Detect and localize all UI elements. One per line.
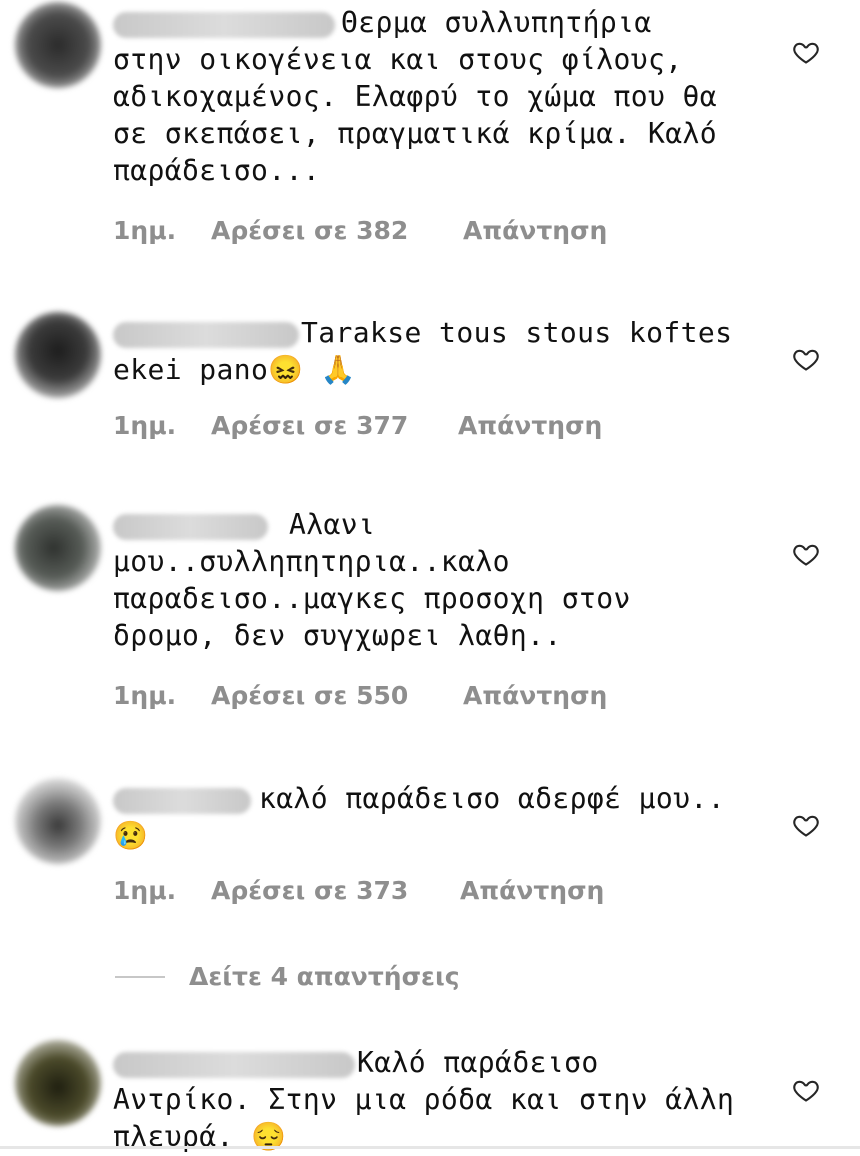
avatar[interactable] [15, 778, 101, 864]
like-count-link[interactable]: Αρέσει σε 382 [211, 216, 463, 245]
heart-outline-icon[interactable] [792, 345, 820, 373]
like-count-link[interactable]: Αρέσει σε 373 [211, 876, 460, 905]
comment-meta: 1ημ. Αρέσει σε 373 Απάντηση [113, 876, 604, 905]
like-count-link[interactable]: Αρέσει σε 550 [211, 681, 463, 710]
reply-button[interactable]: Απάντηση [463, 681, 607, 710]
view-replies-label: Δείτε 4 απαντήσεις [189, 962, 460, 991]
avatar[interactable] [15, 2, 101, 88]
heart-outline-icon[interactable] [792, 540, 820, 568]
reply-button[interactable]: Απάντηση [463, 216, 607, 245]
comment-text: καλό παράδεισο αδερφέ μου.. 😢 [113, 782, 725, 852]
comment-text: Tarakse tous stous koftes ekei pano😖 🙏 [113, 316, 733, 386]
heart-outline-icon[interactable] [792, 1076, 820, 1104]
like-count-link[interactable]: Αρέσει σε 377 [211, 411, 458, 440]
reply-button[interactable]: Απάντηση [458, 411, 602, 440]
comment-meta: 1ημ. Αρέσει σε 550 Απάντηση [113, 681, 607, 710]
view-replies-button[interactable]: Δείτε 4 απαντήσεις [115, 962, 460, 991]
comment-meta: 1ημ. Αρέσει σε 382 Απάντηση [113, 216, 607, 245]
avatar[interactable] [15, 312, 101, 398]
reply-button[interactable]: Απάντηση [460, 876, 604, 905]
avatar[interactable] [15, 505, 101, 591]
comment-time: 1ημ. [113, 411, 177, 440]
heart-outline-icon[interactable] [792, 811, 820, 839]
comment-text: Καλό παράδεισο Αντρίκο. Στην μια ρόδα κα… [113, 1046, 735, 1153]
comment-meta: 1ημ. Αρέσει σε 377 Απάντηση [113, 411, 602, 440]
avatar[interactable] [15, 1040, 101, 1126]
comment-text: Θερμα συλλυπητήρια στην οικογένεια και σ… [113, 6, 718, 187]
comment-time: 1ημ. [113, 876, 177, 905]
replies-divider [115, 975, 165, 978]
comment-text: Αλανι μου..συλληπητηρια..καλο παραδεισο.… [113, 508, 631, 652]
comment-time: 1ημ. [113, 681, 177, 710]
comment-time: 1ημ. [113, 216, 177, 245]
bottom-divider [0, 1146, 860, 1149]
heart-outline-icon[interactable] [792, 38, 820, 66]
